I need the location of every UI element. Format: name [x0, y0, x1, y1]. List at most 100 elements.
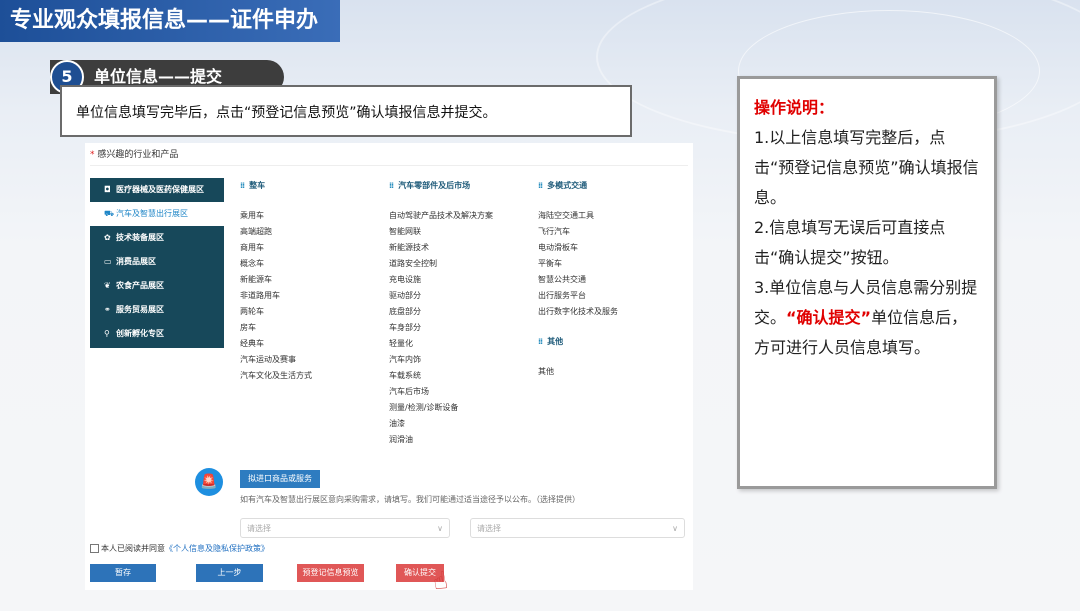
product-item[interactable]: 智能网联: [389, 224, 493, 240]
privacy-policy-link[interactable]: 《个人信息及隐私保护政策》: [165, 544, 269, 553]
handshake-icon: ⚭: [104, 305, 111, 314]
chevron-down-icon: ∨: [437, 524, 443, 533]
category-label: 技术装备展区: [116, 233, 164, 242]
product-item[interactable]: 乘用车: [240, 208, 312, 224]
agree-text: 本人已阅读并同意: [101, 544, 165, 553]
product-column-other: ⁞⁞ 其他 其他: [538, 332, 563, 380]
select-placeholder: 请选择: [477, 524, 501, 533]
instructions-title: 操作说明：: [754, 98, 835, 117]
product-item[interactable]: 车身部分: [389, 320, 493, 336]
import-select-2[interactable]: 请选择 ∨: [470, 518, 685, 538]
grid-icon: ⁞⁞: [538, 181, 543, 190]
camera-icon: ◘: [104, 185, 111, 194]
category-item-medical[interactable]: ◘ 医疗器械及医药保健展区: [90, 178, 224, 202]
step-description: 单位信息填写完毕后，点击“预登记信息预览”确认填报信息并提交。: [60, 85, 632, 137]
product-item[interactable]: 汽车后市场: [389, 384, 493, 400]
grid-icon: ⁞⁞: [240, 181, 245, 190]
product-item[interactable]: 高端超跑: [240, 224, 312, 240]
preview-button[interactable]: 预登记信息预览: [297, 564, 364, 582]
product-item[interactable]: 房车: [240, 320, 312, 336]
divider: [90, 165, 688, 166]
import-note: 如有汽车及智慧出行展区意向采购需求，请填写。我们可能通过适当途径予以公布。（选择…: [240, 495, 580, 504]
privacy-agreement: 本人已阅读并同意《个人信息及隐私保护政策》: [90, 543, 269, 554]
category-label: 消费品展区: [116, 257, 156, 266]
product-item[interactable]: 新能源技术: [389, 240, 493, 256]
column-header: ⁞⁞ 多模式交通: [538, 176, 618, 196]
product-item[interactable]: 平衡车: [538, 256, 618, 272]
category-item-auto[interactable]: ⛟ 汽车及智慧出行展区: [90, 202, 224, 226]
grid-icon: ⁞⁞: [389, 181, 394, 190]
column-header: ⁞⁞ 其他: [538, 332, 563, 352]
category-item-equipment[interactable]: ✿ 技术装备展区: [90, 226, 224, 250]
product-item[interactable]: 经典车: [240, 336, 312, 352]
product-item[interactable]: 轻量化: [389, 336, 493, 352]
product-item[interactable]: 新能源车: [240, 272, 312, 288]
product-item[interactable]: 汽车运动及赛事: [240, 352, 312, 368]
column-header: ⁞⁞ 汽车零部件及后市场: [389, 176, 493, 196]
product-item[interactable]: 油漆: [389, 416, 493, 432]
leaf-icon: ❦: [104, 281, 111, 290]
product-item[interactable]: 出行服务平台: [538, 288, 618, 304]
product-item[interactable]: 驱动部分: [389, 288, 493, 304]
registration-form-screenshot: * 感兴趣的行业和产品 ◘ 医疗器械及医药保健展区 ⛟ 汽车及智慧出行展区 ✿ 技术装…: [85, 143, 693, 596]
location-pin-icon: ⚲: [104, 329, 110, 338]
instructions-panel: 操作说明： 1.以上信息填写完整后，点击“预登记信息预览”确认填报信息。 2.信…: [737, 76, 997, 489]
alarm-light-icon: 🚨: [195, 468, 223, 496]
category-label: 服务贸易展区: [116, 305, 164, 314]
instruction-2: 2.信息填写无误后可直接点击“确认提交”按钮。: [754, 218, 946, 267]
product-item[interactable]: 两轮车: [240, 304, 312, 320]
product-item[interactable]: 出行数字化技术及服务: [538, 304, 618, 320]
column-title: 整车: [249, 181, 266, 190]
product-item[interactable]: 电动滑板车: [538, 240, 618, 256]
grid-icon: ⁞⁞: [538, 337, 543, 346]
monitor-icon: ▭: [104, 257, 112, 266]
product-item[interactable]: 其他: [538, 364, 563, 380]
category-label: 农食产品展区: [116, 281, 164, 290]
product-item[interactable]: 汽车内饰: [389, 352, 493, 368]
product-item[interactable]: 测量/检测/诊断设备: [389, 400, 493, 416]
product-item[interactable]: 润滑油: [389, 432, 493, 448]
column-title: 其他: [547, 337, 564, 346]
import-select-1[interactable]: 请选择 ∨: [240, 518, 450, 538]
product-item[interactable]: 汽车文化及生活方式: [240, 368, 312, 384]
product-item[interactable]: 自动驾驶产品技术及解决方案: [389, 208, 493, 224]
product-column-vehicles: ⁞⁞ 整车 乘用车 高端超跑 商用车 概念车 新能源车 非道路用车 两轮车 房车 经典车 汽车运动及…: [240, 176, 312, 384]
product-item[interactable]: 车载系统: [389, 368, 493, 384]
product-item[interactable]: 非道路用车: [240, 288, 312, 304]
instruction-3: 3.单位信息与人员信息需分别提交。“确认提交”单位信息后，方可进行人员信息填写。: [754, 273, 980, 363]
page-title: 专业观众填报信息——证件申办: [0, 0, 340, 42]
instruction-1: 1.以上信息填写完整后，点击“预登记信息预览”确认填报信息。: [754, 128, 979, 207]
section-title: * 感兴趣的行业和产品: [90, 150, 179, 160]
category-sidebar: ◘ 医疗器械及医药保健展区 ⛟ 汽车及智慧出行展区 ✿ 技术装备展区 ▭ 消费品展区 ❦…: [90, 178, 224, 348]
product-item[interactable]: 海陆空交通工具: [538, 208, 618, 224]
product-column-parts: ⁞⁞ 汽车零部件及后市场 自动驾驶产品技术及解决方案 智能网联 新能源技术 道路安全控制…: [389, 176, 493, 448]
product-item[interactable]: 充电设施: [389, 272, 493, 288]
category-item-innovation[interactable]: ⚲ 创新孵化专区: [90, 322, 224, 346]
column-header: ⁞⁞ 整车: [240, 176, 312, 196]
product-item[interactable]: 道路安全控制: [389, 256, 493, 272]
chevron-down-icon: ∨: [672, 524, 678, 533]
product-item[interactable]: 飞行汽车: [538, 224, 618, 240]
category-item-consumer[interactable]: ▭ 消费品展区: [90, 250, 224, 274]
product-column-multimodal: ⁞⁞ 多模式交通 海陆空交通工具 飞行汽车 电动滑板车 平衡车 智慧公共交通 出行服务平台出…: [538, 176, 618, 320]
previous-step-button[interactable]: 上一步: [196, 564, 263, 582]
category-item-services[interactable]: ⚭ 服务贸易展区: [90, 298, 224, 322]
pointer-hand-icon: ☝: [430, 565, 450, 597]
product-item[interactable]: 底盘部分: [389, 304, 493, 320]
category-label: 创新孵化专区: [116, 329, 164, 338]
section-title-text: 感兴趣的行业和产品: [97, 150, 179, 160]
gear-icon: ✿: [104, 233, 111, 242]
column-title: 汽车零部件及后市场: [398, 181, 471, 190]
product-item[interactable]: 智慧公共交通: [538, 272, 618, 288]
category-label: 汽车及智慧出行展区: [116, 209, 188, 218]
column-title: 多模式交通: [547, 181, 588, 190]
select-placeholder: 请选择: [247, 524, 271, 533]
product-item[interactable]: 商用车: [240, 240, 312, 256]
product-item[interactable]: 概念车: [240, 256, 312, 272]
save-draft-button[interactable]: 暂存: [90, 564, 156, 582]
category-label: 医疗器械及医药保健展区: [116, 185, 204, 194]
import-goods-button[interactable]: 拟进口商品或服务: [240, 470, 320, 488]
car-icon: ⛟: [104, 209, 115, 218]
category-item-agri-food[interactable]: ❦ 农食产品展区: [90, 274, 224, 298]
agree-checkbox[interactable]: [90, 544, 99, 553]
